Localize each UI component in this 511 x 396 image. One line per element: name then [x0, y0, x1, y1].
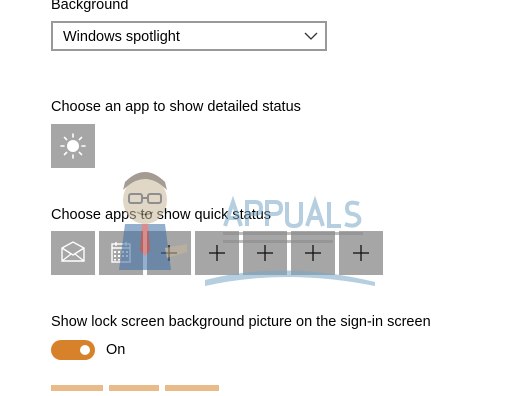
- quick-status-tile-add-4[interactable]: [291, 231, 335, 275]
- signin-background-toggle[interactable]: [51, 340, 95, 360]
- plus-icon: [353, 245, 369, 261]
- quick-status-label: Choose apps to show quick status: [51, 207, 272, 223]
- plus-icon: [257, 245, 273, 261]
- signin-background-state: On: [106, 342, 126, 358]
- quick-status-tile-add-5[interactable]: [339, 231, 383, 275]
- cropped-link-text: [51, 385, 219, 391]
- detailed-status-tile[interactable]: [51, 124, 95, 168]
- signin-background-label: Show lock screen background picture on t…: [51, 314, 431, 330]
- background-label: Background: [51, 0, 129, 13]
- chevron-down-icon: [304, 32, 318, 40]
- calendar-icon: [111, 242, 131, 263]
- background-dropdown-value: Windows spotlight: [63, 29, 180, 45]
- plus-icon: [209, 245, 225, 261]
- toggle-knob: [80, 345, 90, 355]
- plus-icon: [305, 245, 321, 261]
- bottom-link-partial[interactable]: [51, 378, 221, 396]
- sun-brightness-icon: [60, 133, 86, 159]
- detailed-status-label: Choose an app to show detailed status: [51, 99, 301, 115]
- plus-icon: [161, 245, 177, 261]
- mail-icon: [61, 241, 85, 262]
- quick-status-tile-add-1[interactable]: [147, 231, 191, 275]
- quick-status-tile-calendar[interactable]: [99, 231, 143, 275]
- quick-status-tile-add-3[interactable]: [243, 231, 287, 275]
- background-dropdown[interactable]: Windows spotlight: [51, 21, 327, 51]
- quick-status-tile-mail[interactable]: [51, 231, 95, 275]
- quick-status-tile-add-2[interactable]: [195, 231, 239, 275]
